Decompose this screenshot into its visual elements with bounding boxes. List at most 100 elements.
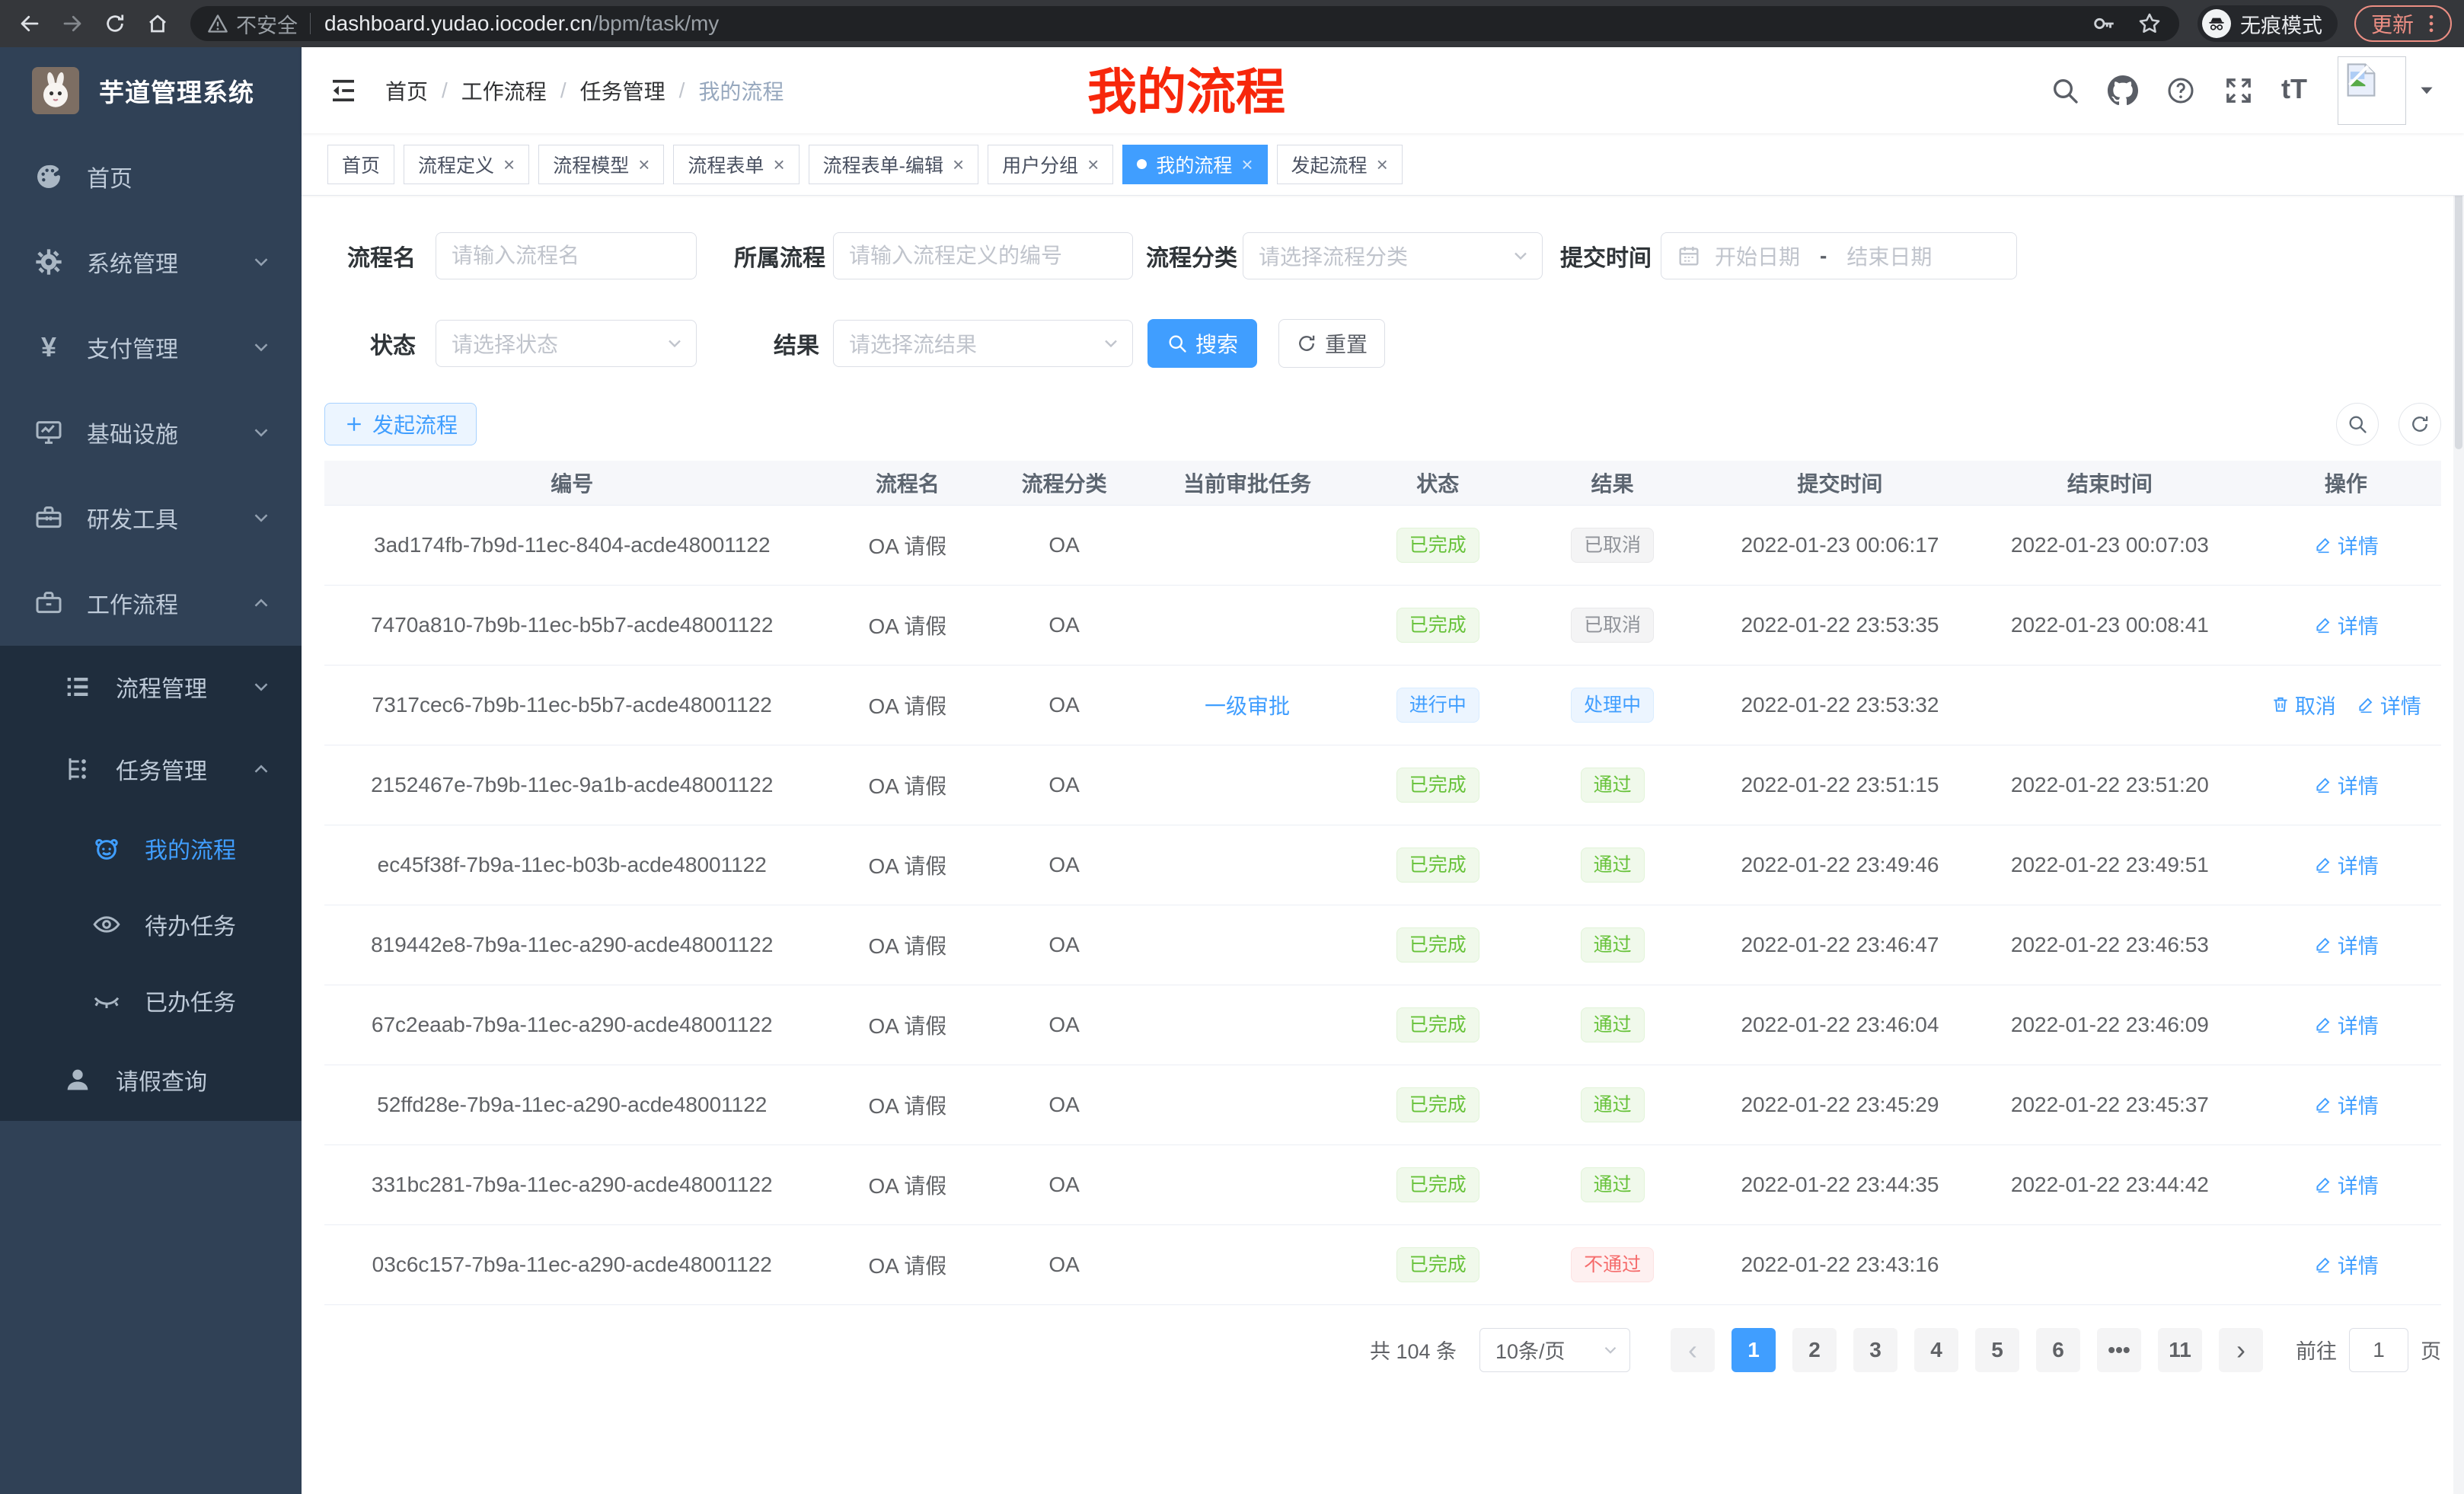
fullscreen-icon[interactable] [2223,75,2254,106]
logo[interactable]: 芋道管理系统 [0,47,302,134]
key-icon[interactable] [2091,11,2117,37]
scrollbar[interactable] [2453,47,2464,1494]
reload-icon[interactable] [97,6,132,41]
create-process-button[interactable]: 发起流程 [324,403,477,445]
process-name-input[interactable] [436,232,697,279]
close-icon[interactable]: × [638,155,650,174]
star-icon[interactable] [2137,11,2162,37]
edit-icon [2313,615,2338,634]
goto-page-input[interactable] [2349,1328,2408,1372]
process-id: 2152467e-7b9b-11ec-9a1b-acde48001122 [324,745,820,825]
more-pages-button[interactable]: ••• [2097,1328,2141,1372]
detail-link[interactable]: 详情 [2313,1250,2379,1279]
close-icon[interactable]: × [1241,155,1253,174]
sidebar-item[interactable]: 请假查询 [0,1039,302,1121]
caret-down-icon[interactable] [2417,81,2437,101]
tab-流程表单[interactable]: 流程表单× [673,145,799,184]
result-cell: 通过 [1514,1065,1711,1144]
address-bar[interactable]: 不安全 dashboard.yudao.iocoder.cn /bpm/task… [190,6,2179,41]
detail-link[interactable]: 详情 [2313,530,2379,560]
forward-icon[interactable] [55,6,90,41]
sidebar-item[interactable]: 待办任务 [0,886,302,962]
edit-icon [2356,694,2380,714]
sidebar-item[interactable]: 已办任务 [0,962,302,1039]
submit-time-range-picker[interactable]: 开始日期 - 结束日期 [1661,232,2017,279]
briefcase-icon [34,588,64,618]
process-category: OA [995,745,1133,825]
content: 流程名 所属流程 流程分类 请选择流程分类 提交时间 开始日期 - 结束日期 [302,196,2464,1494]
refresh-table-button[interactable] [2399,403,2441,445]
tab-我的流程[interactable]: 我的流程× [1122,145,1267,184]
status-select[interactable]: 请选择状态 [436,320,697,367]
process-id: 331bc281-7b9a-11ec-a290-acde48001122 [324,1144,820,1224]
page-size-select[interactable]: 10条/页 [1479,1328,1630,1372]
close-icon[interactable]: × [1087,155,1099,174]
detail-link[interactable]: 详情 [2313,1090,2379,1119]
avatar[interactable] [2338,56,2406,125]
list-icon [62,672,93,702]
sidebar-item[interactable]: ¥支付管理 [0,305,302,390]
sidebar-item[interactable]: 研发工具 [0,475,302,560]
search-button[interactable]: 搜索 [1147,319,1257,368]
page-button[interactable]: 3 [1853,1328,1897,1372]
breadcrumb-item[interactable]: 工作流程 [461,75,547,106]
back-icon[interactable] [12,6,47,41]
sidebar-item[interactable]: 首页 [0,134,302,219]
page-button[interactable]: 5 [1975,1328,2019,1372]
page-button[interactable]: 2 [1792,1328,1837,1372]
process-definition-input[interactable] [833,232,1133,279]
page-button[interactable]: 1 [1732,1328,1776,1372]
sidebar-item[interactable]: 我的流程 [0,810,302,886]
tab-发起流程[interactable]: 发起流程× [1277,145,1403,184]
page-button[interactable]: 4 [1914,1328,1958,1372]
more-icon[interactable] [2420,12,2443,35]
close-icon[interactable]: × [953,155,964,174]
page-button[interactable]: 11 [2158,1328,2202,1372]
detail-link[interactable]: 详情 [2313,930,2379,959]
help-icon[interactable] [2166,75,2196,106]
sidebar-item[interactable]: 任务管理 [0,728,302,810]
tab-流程模型[interactable]: 流程模型× [538,145,664,184]
breadcrumb-item[interactable]: 任务管理 [580,75,665,106]
show-search-button[interactable] [2336,403,2379,445]
result-badge: 通过 [1581,1167,1645,1202]
tab-流程定义[interactable]: 流程定义× [404,145,529,184]
home-icon[interactable] [140,6,175,41]
breadcrumb-item[interactable]: 首页 [385,75,428,106]
sidebar-item[interactable]: 基础设施 [0,390,302,475]
security-label: 不安全 [236,9,298,39]
browser-update-button[interactable]: 更新 [2354,5,2452,42]
detail-link[interactable]: 详情 [2313,1170,2379,1199]
page-button[interactable]: 6 [2036,1328,2080,1372]
prev-page-button[interactable]: ‹ [1671,1328,1715,1372]
result-badge: 通过 [1581,927,1645,962]
sidebar-item[interactable]: 工作流程 [0,560,302,646]
sidebar-item[interactable]: 流程管理 [0,646,302,728]
tab-流程表单-编辑[interactable]: 流程表单-编辑× [809,145,979,184]
close-icon[interactable]: × [1377,155,1388,174]
current-task-link[interactable]: 一级审批 [1205,694,1290,718]
close-icon[interactable]: × [503,155,515,174]
reset-button[interactable]: 重置 [1278,319,1385,368]
detail-link[interactable]: 详情 [2356,690,2421,720]
result-select[interactable]: 请选择流结果 [833,320,1133,367]
github-icon[interactable] [2108,75,2138,106]
tab-首页[interactable]: 首页 [327,145,394,184]
table-toolbar: 发起流程 [324,403,2441,445]
tab-用户分组[interactable]: 用户分组× [988,145,1113,184]
fontsize-icon[interactable]: tT [2281,75,2312,106]
detail-link[interactable]: 详情 [2313,850,2379,879]
process-category-select[interactable]: 请选择流程分类 [1243,232,1543,279]
sidebar-item[interactable]: 系统管理 [0,219,302,305]
detail-link[interactable]: 详情 [2313,770,2379,800]
edit-icon [2313,1254,2338,1274]
close-icon[interactable]: × [773,155,784,174]
detail-link[interactable]: 详情 [2313,1010,2379,1039]
eye-closed-icon [91,985,122,1016]
detail-link[interactable]: 详情 [2313,610,2379,640]
hamburger-icon[interactable] [327,75,359,107]
next-page-button[interactable]: › [2219,1328,2263,1372]
search-icon[interactable] [2050,75,2080,106]
cancel-link[interactable]: 取消 [2271,690,2336,720]
chevron-up-icon [250,758,273,781]
